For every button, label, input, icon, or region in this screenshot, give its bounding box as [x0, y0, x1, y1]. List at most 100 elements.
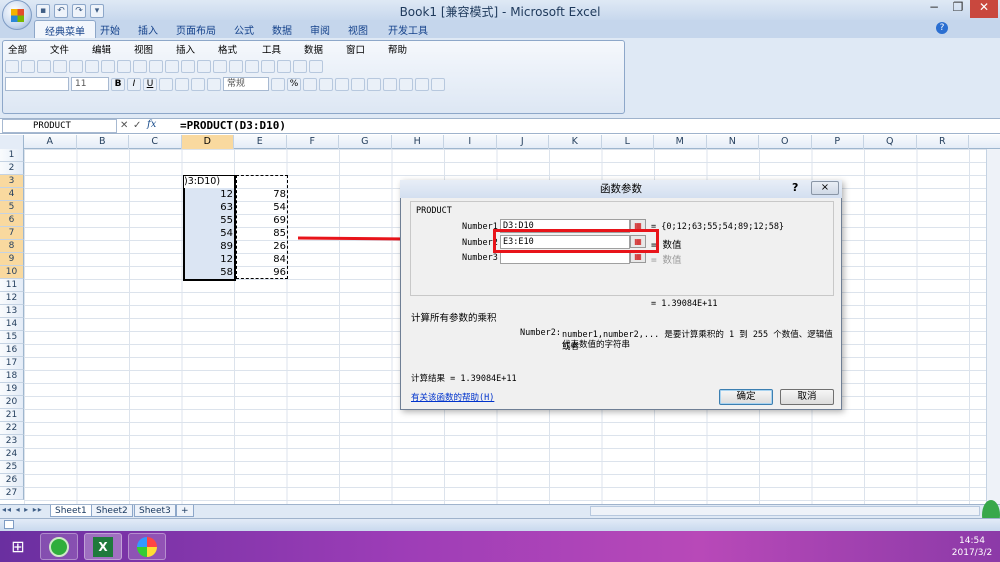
tab-data[interactable]: 数据 — [262, 20, 302, 38]
row-header-6[interactable]: 6 — [0, 214, 24, 227]
column-header-d[interactable]: D — [181, 135, 234, 149]
column-header-h[interactable]: H — [392, 135, 444, 149]
tab-insert[interactable]: 插入 — [128, 20, 168, 38]
cell-e10[interactable]: 96 — [238, 266, 286, 279]
menu-help[interactable]: 帮助 — [388, 42, 407, 56]
cell-e7[interactable]: 85 — [238, 227, 286, 240]
sheet-tab-sheet3[interactable]: Sheet3 — [134, 505, 176, 517]
chart-icon[interactable] — [277, 59, 291, 73]
cell-d3-edit-text[interactable]: )3:D10) — [184, 176, 234, 188]
font-size-combo[interactable]: 11 — [71, 77, 109, 91]
column-header-n[interactable]: N — [707, 135, 759, 149]
drawing-icon[interactable] — [293, 59, 307, 73]
tab-page-layout[interactable]: 页面布局 — [166, 20, 226, 38]
font-name-combo[interactable] — [5, 77, 69, 91]
menu-view[interactable]: 视图 — [134, 42, 153, 56]
autosum-icon[interactable] — [213, 59, 227, 73]
cancel-button[interactable]: 取消 — [780, 389, 834, 405]
help-icon[interactable] — [431, 77, 445, 91]
row-header-13[interactable]: 13 — [0, 305, 24, 318]
menu-file[interactable]: 文件 — [50, 42, 69, 56]
increase-indent-icon[interactable] — [367, 77, 381, 91]
row-header-26[interactable]: 26 — [0, 474, 24, 487]
column-header-a[interactable]: A — [24, 135, 77, 149]
menu-insert[interactable]: 插入 — [176, 42, 195, 56]
row-header-20[interactable]: 20 — [0, 396, 24, 409]
cell-d4[interactable]: 12 — [185, 188, 233, 201]
cut-icon[interactable] — [101, 59, 115, 73]
column-header-c[interactable]: C — [129, 135, 182, 149]
paste-icon[interactable] — [133, 59, 147, 73]
row-header-21[interactable]: 21 — [0, 409, 24, 422]
tab-view[interactable]: 视图 — [338, 20, 378, 38]
column-header-i[interactable]: I — [444, 135, 497, 149]
column-header-m[interactable]: M — [654, 135, 707, 149]
copy-icon[interactable] — [117, 59, 131, 73]
row-header-16[interactable]: 16 — [0, 344, 24, 357]
align-left-icon[interactable] — [159, 77, 173, 91]
column-header-k[interactable]: K — [549, 135, 602, 149]
sort-desc-icon[interactable] — [261, 59, 275, 73]
macro-record-icon[interactable] — [4, 520, 14, 529]
format-painter-icon[interactable] — [149, 59, 163, 73]
merge-center-icon[interactable] — [207, 77, 221, 91]
underline-button[interactable]: U — [143, 77, 157, 91]
new-icon[interactable] — [5, 59, 19, 73]
select-all-corner[interactable] — [0, 135, 24, 149]
number-format-combo[interactable]: 常规 — [223, 77, 269, 91]
cancel-entry-icon[interactable]: ✕ — [120, 120, 128, 131]
open-icon[interactable] — [21, 59, 35, 73]
row-header-12[interactable]: 12 — [0, 292, 24, 305]
office-button[interactable] — [2, 0, 32, 30]
row-header-27[interactable]: 27 — [0, 487, 24, 500]
column-header-l[interactable]: L — [602, 135, 654, 149]
row-header-4[interactable]: 4 — [0, 188, 24, 201]
browser-taskbar-icon[interactable] — [40, 533, 78, 560]
column-header-b[interactable]: B — [77, 135, 129, 149]
bold-button[interactable]: B — [111, 77, 125, 91]
insert-function-icon[interactable]: fx — [147, 119, 156, 130]
ok-button[interactable]: 确定 — [719, 389, 773, 405]
row-header-8[interactable]: 8 — [0, 240, 24, 253]
row-header-7[interactable]: 7 — [0, 227, 24, 240]
tab-home[interactable]: 开始 — [90, 20, 130, 38]
start-windows-icon[interactable]: ⊞ — [6, 537, 30, 557]
tab-developer[interactable]: 开发工具 — [378, 20, 438, 38]
row-header-2[interactable]: 2 — [0, 162, 24, 175]
cell-d6[interactable]: 55 — [185, 214, 233, 227]
row-header-22[interactable]: 22 — [0, 422, 24, 435]
hyperlink-icon[interactable] — [197, 59, 211, 73]
cell-e8[interactable]: 26 — [238, 240, 286, 253]
restore-button[interactable]: ❐ — [946, 0, 970, 18]
column-header-q[interactable]: Q — [864, 135, 917, 149]
preview-icon[interactable] — [69, 59, 83, 73]
row-header-25[interactable]: 25 — [0, 461, 24, 474]
zoom-icon[interactable] — [309, 59, 323, 73]
column-header-f[interactable]: F — [287, 135, 339, 149]
increase-decimal-icon[interactable] — [319, 77, 333, 91]
row-header-1[interactable]: 1 — [0, 149, 24, 162]
function-icon[interactable] — [229, 59, 243, 73]
cell-d7[interactable]: 54 — [185, 227, 233, 240]
row-header-3[interactable]: 3 — [0, 175, 24, 188]
tab-classic-menu[interactable]: 经典菜单 — [34, 20, 96, 38]
menu-tools[interactable]: 工具 — [262, 42, 281, 56]
borders-icon[interactable] — [383, 77, 397, 91]
cell-d9[interactable]: 12 — [185, 253, 233, 266]
decrease-indent-icon[interactable] — [351, 77, 365, 91]
redo-icon[interactable] — [181, 59, 195, 73]
enter-icon[interactable]: ✓ — [133, 120, 141, 131]
comma-icon[interactable] — [303, 77, 317, 91]
menu-all[interactable]: 全部 — [8, 42, 27, 56]
italic-button[interactable]: I — [127, 77, 141, 91]
print-icon[interactable] — [53, 59, 67, 73]
row-header-9[interactable]: 9 — [0, 253, 24, 266]
function-help-link[interactable]: 有关该函数的帮助(H) — [411, 391, 494, 403]
row-header-14[interactable]: 14 — [0, 318, 24, 331]
column-header-r[interactable]: R — [917, 135, 969, 149]
help-icon[interactable]: ? — [936, 22, 948, 34]
row-header-5[interactable]: 5 — [0, 201, 24, 214]
save-icon[interactable] — [37, 59, 51, 73]
cell-e5[interactable]: 54 — [238, 201, 286, 214]
cell-d8[interactable]: 89 — [185, 240, 233, 253]
